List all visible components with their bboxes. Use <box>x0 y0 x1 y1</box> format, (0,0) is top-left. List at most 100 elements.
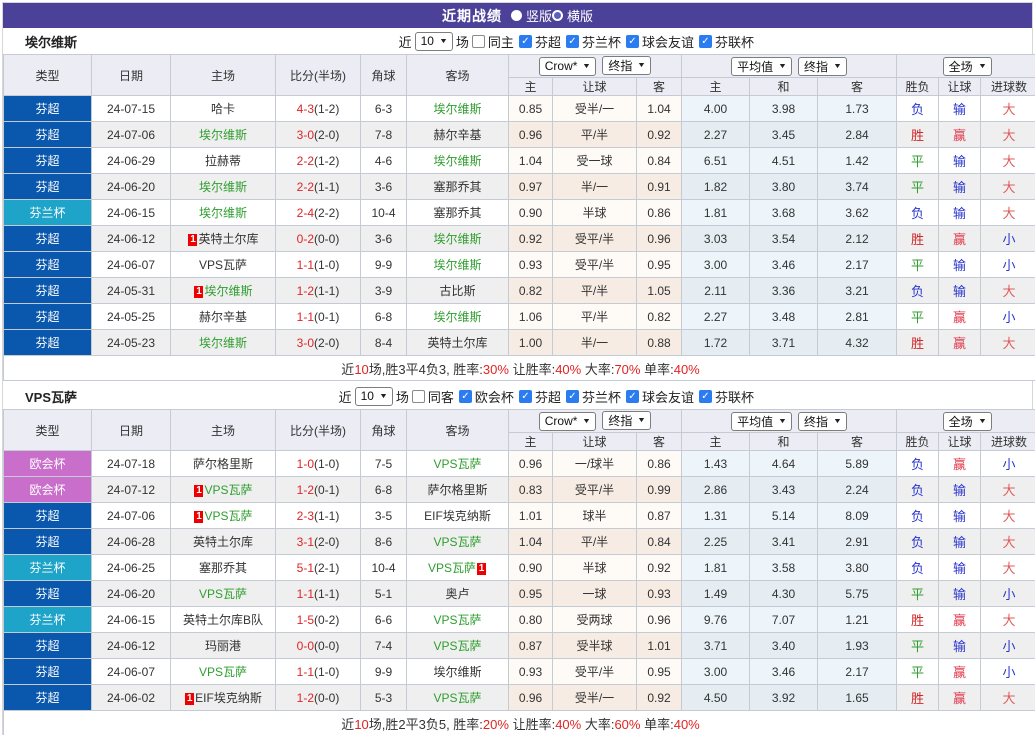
match-date: 24-06-12 <box>92 226 171 252</box>
match-date: 24-07-15 <box>92 96 171 122</box>
home-team: 拉赫蒂 <box>171 148 276 174</box>
match-score: 1-1(1-0) <box>276 252 361 278</box>
result-goals: 大 <box>981 278 1035 304</box>
chevron-down-icon: ▼ <box>379 393 388 400</box>
sub-col-header: 主 <box>682 78 750 96</box>
avg-home-odds: 1.49 <box>682 581 750 607</box>
handicap-away-odds: 0.99 <box>637 477 682 503</box>
odds-source-select[interactable]: 终指▼ <box>798 412 847 431</box>
dropdown-value: Crow* <box>545 414 578 428</box>
team-name: EIF埃克纳斯 <box>195 691 262 705</box>
away-team: VPS瓦萨1 <box>407 555 509 581</box>
odds-group-header: 全场▼ <box>897 410 1035 433</box>
avg-home-odds: 1.31 <box>682 503 750 529</box>
same-venue-checkbox[interactable] <box>472 35 485 48</box>
sub-col-header: 主 <box>509 78 553 96</box>
games-count-select[interactable]: 10▼ <box>355 387 393 406</box>
match-score: 1-2(0-0) <box>276 685 361 711</box>
col-header: 主场 <box>171 410 276 451</box>
sub-col-header: 主 <box>682 433 750 451</box>
handicap-home-odds: 0.96 <box>509 122 553 148</box>
odds-group-header: Crow*▼ 终指▼ <box>509 410 682 433</box>
match-row: 芬超24-05-311埃尔维斯1-2(1-1)3-9古比斯0.82平/半1.05… <box>4 278 1035 304</box>
away-team: 埃尔维斯 <box>407 226 509 252</box>
halftime-score: (1-0) <box>314 258 339 272</box>
away-team: 古比斯 <box>407 278 509 304</box>
page-title: 近期战绩 <box>442 6 502 26</box>
sub-col-header: 让球 <box>553 433 637 451</box>
handicap-home-odds: 0.95 <box>509 581 553 607</box>
odds-source-select[interactable]: Crow*▼ <box>539 57 597 76</box>
odds-source-select[interactable]: 终指▼ <box>798 57 847 76</box>
fulltime-score: 2-4 <box>297 206 314 220</box>
handicap-away-odds: 0.96 <box>637 226 682 252</box>
match-score: 4-3(1-2) <box>276 96 361 122</box>
away-team: 埃尔维斯 <box>407 659 509 685</box>
odds-source-select[interactable]: 全场▼ <box>943 412 992 431</box>
match-row: 芬超24-06-20VPS瓦萨1-1(1-1)5-1奥卢0.95一球0.931.… <box>4 581 1035 607</box>
league-filter-checkbox[interactable]: ✓ <box>626 35 639 48</box>
odds-source-select[interactable]: Crow*▼ <box>539 412 597 431</box>
avg-draw-odds: 3.40 <box>750 633 818 659</box>
odds-source-select[interactable]: 终指▼ <box>602 56 651 75</box>
match-row: 欧会杯24-07-121VPS瓦萨1-2(0-1)6-8萨尔格里斯0.83受平/… <box>4 477 1035 503</box>
league-filter-checkbox[interactable]: ✓ <box>566 390 579 403</box>
red-card-badge: 1 <box>194 511 203 523</box>
games-count-select[interactable]: 10▼ <box>415 32 453 51</box>
avg-home-odds: 2.86 <box>682 477 750 503</box>
avg-away-odds: 3.62 <box>818 200 897 226</box>
handicap-line: 一/球半 <box>553 451 637 477</box>
match-row: 芬超24-06-07VPS瓦萨1-1(1-0)9-9埃尔维斯0.93受平/半0.… <box>4 659 1035 685</box>
sub-col-header: 客 <box>637 78 682 96</box>
handicap-away-odds: 0.96 <box>637 607 682 633</box>
layout-radio-unselected[interactable]: 横版 <box>552 6 593 25</box>
sub-col-header: 客 <box>818 433 897 451</box>
home-team: VPS瓦萨 <box>171 252 276 278</box>
summary-segment: 场,胜2平3负5, 胜率: <box>369 717 483 732</box>
result-goals: 小 <box>981 659 1035 685</box>
team-name: VPS瓦萨 <box>433 691 481 705</box>
handicap-away-odds: 0.86 <box>637 200 682 226</box>
red-card-badge: 1 <box>185 693 194 705</box>
odds-source-select[interactable]: 平均值▼ <box>731 57 792 76</box>
league-filter-checkbox[interactable]: ✓ <box>459 390 472 403</box>
league-badge: 芬超 <box>4 659 92 685</box>
league-filter-checkbox[interactable]: ✓ <box>699 390 712 403</box>
handicap-line: 受平/半 <box>553 477 637 503</box>
result-win-draw-loss: 平 <box>897 252 939 278</box>
avg-away-odds: 1.21 <box>818 607 897 633</box>
chevron-down-icon: ▼ <box>778 63 787 70</box>
league-filter-checkbox[interactable]: ✓ <box>519 390 532 403</box>
same-venue-checkbox[interactable] <box>412 390 425 403</box>
handicap-home-odds: 1.01 <box>509 503 553 529</box>
avg-home-odds: 4.50 <box>682 685 750 711</box>
away-team: 埃尔维斯 <box>407 304 509 330</box>
handicap-home-odds: 0.93 <box>509 659 553 685</box>
handicap-home-odds: 0.90 <box>509 200 553 226</box>
dropdown-value: 10 <box>421 34 434 48</box>
result-handicap: 赢 <box>939 659 981 685</box>
odds-source-select[interactable]: 终指▼ <box>602 411 651 430</box>
league-filter-checkbox[interactable]: ✓ <box>699 35 712 48</box>
result-goals: 大 <box>981 607 1035 633</box>
odds-source-select[interactable]: 全场▼ <box>943 57 992 76</box>
league-filter-checkbox[interactable]: ✓ <box>626 390 639 403</box>
handicap-away-odds: 0.84 <box>637 148 682 174</box>
red-card-badge: 1 <box>194 286 203 298</box>
corners: 3-6 <box>361 174 407 200</box>
odds-group-header: 平均值▼ 终指▼ <box>682 410 897 433</box>
corners: 5-3 <box>361 685 407 711</box>
corners: 7-5 <box>361 451 407 477</box>
avg-away-odds: 2.12 <box>818 226 897 252</box>
result-handicap: 输 <box>939 96 981 122</box>
result-win-draw-loss: 平 <box>897 148 939 174</box>
halftime-score: (2-0) <box>314 128 339 142</box>
result-goals: 小 <box>981 226 1035 252</box>
corners: 4-6 <box>361 148 407 174</box>
avg-draw-odds: 5.14 <box>750 503 818 529</box>
league-filter-checkbox[interactable]: ✓ <box>566 35 579 48</box>
odds-source-select[interactable]: 平均值▼ <box>731 412 792 431</box>
league-filter-checkbox[interactable]: ✓ <box>519 35 532 48</box>
summary-segment: 10 <box>354 717 368 732</box>
layout-radio-selected[interactable]: 竖版 <box>511 6 552 25</box>
